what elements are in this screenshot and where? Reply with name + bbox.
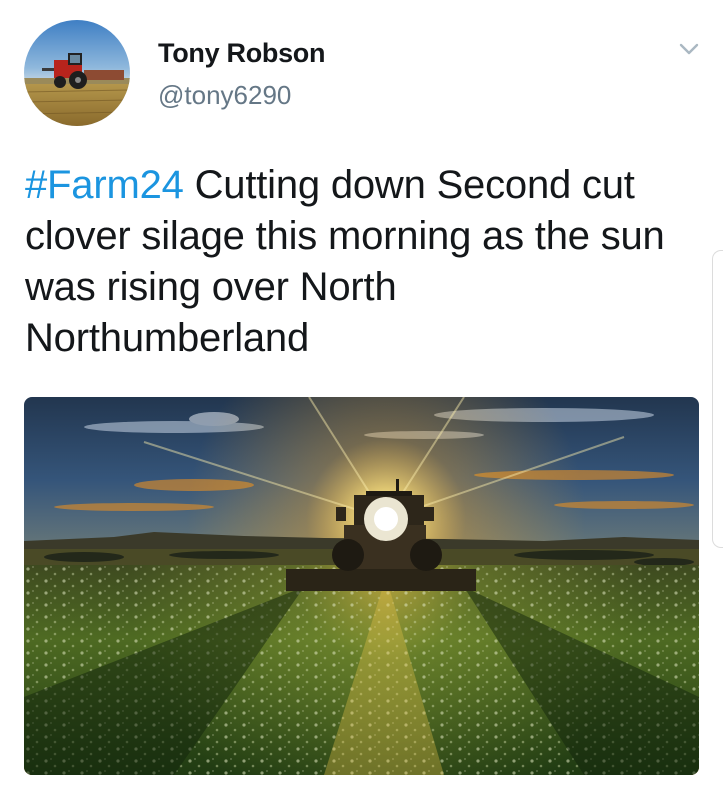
- scrollbar[interactable]: [712, 250, 723, 548]
- author-handle[interactable]: @tony6290: [158, 80, 291, 111]
- tweet-card: Tony Robson @tony6290 #Farm24 Cutting do…: [0, 0, 723, 794]
- avatar[interactable]: [24, 20, 130, 126]
- chevron-down-icon[interactable]: [672, 34, 706, 64]
- author-name[interactable]: Tony Robson: [158, 38, 325, 69]
- tweet-photo[interactable]: [24, 397, 699, 775]
- hashtag-link[interactable]: #Farm24: [25, 163, 184, 207]
- tweet-text: #Farm24 Cutting down Second cut clover s…: [25, 160, 685, 364]
